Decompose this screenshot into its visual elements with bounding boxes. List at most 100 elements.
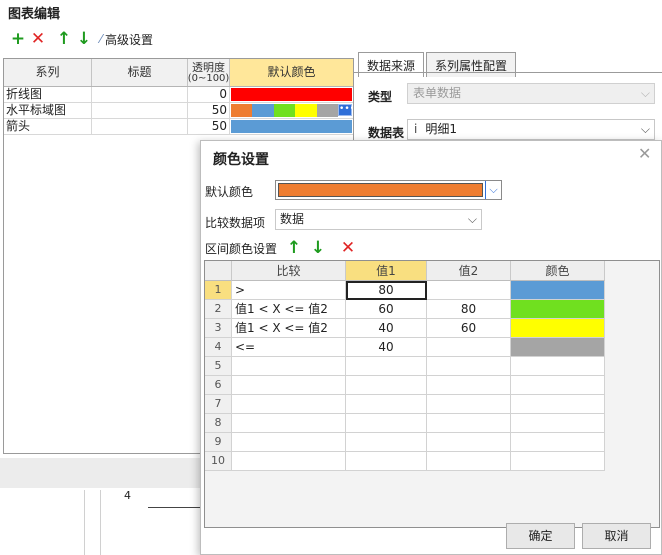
compare-cell[interactable]: 值1 < X <= 值2: [232, 300, 346, 319]
color-swatch: [511, 300, 604, 318]
value2-cell[interactable]: [427, 395, 511, 414]
value1-cell[interactable]: [346, 433, 427, 452]
value1-cell[interactable]: 60: [346, 300, 427, 319]
color-cell[interactable]: [511, 452, 605, 471]
table-row[interactable]: 折线图 0: [4, 87, 353, 103]
series-color-cell[interactable]: [230, 87, 353, 102]
series-color-cell[interactable]: •••: [230, 103, 353, 118]
chevron-down-icon: ⌵: [640, 122, 650, 136]
header-title: 标题: [92, 59, 188, 86]
table-row[interactable]: 3 值1 < X <= 值2 40 60: [205, 319, 659, 338]
compare-cell[interactable]: [232, 433, 346, 452]
tab-data-source[interactable]: 数据来源: [358, 52, 425, 77]
chevron-down-icon[interactable]: ⌵: [485, 181, 501, 199]
tab-divider: [354, 72, 662, 73]
color-cell[interactable]: [511, 319, 605, 338]
series-title[interactable]: [92, 119, 188, 134]
add-series-button[interactable]: +: [8, 29, 28, 49]
color-swatch: [511, 281, 604, 299]
value2-cell[interactable]: [427, 452, 511, 471]
compare-field-select[interactable]: 数据 ⌵: [275, 209, 482, 230]
ok-button[interactable]: 确定: [506, 523, 575, 549]
value1-cell[interactable]: [346, 357, 427, 376]
series-opacity[interactable]: 50: [188, 103, 230, 118]
color-cell[interactable]: [511, 433, 605, 452]
color-cell[interactable]: [511, 338, 605, 357]
value2-cell[interactable]: [427, 281, 511, 300]
value2-cell[interactable]: [427, 338, 511, 357]
tab-series-properties[interactable]: 系列属性配置: [426, 52, 517, 77]
table-row[interactable]: 7: [205, 395, 659, 414]
color-cell[interactable]: [511, 281, 605, 300]
value1-cell[interactable]: 40: [346, 319, 427, 338]
range-delete-button[interactable]: ✕: [337, 238, 359, 258]
delete-series-button[interactable]: ✕: [28, 29, 48, 49]
value2-cell[interactable]: [427, 414, 511, 433]
value1-cell[interactable]: [346, 452, 427, 471]
row-number: 5: [205, 357, 232, 376]
row-number: 9: [205, 433, 232, 452]
value2-cell[interactable]: 60: [427, 319, 511, 338]
value1-cell[interactable]: [346, 395, 427, 414]
compare-cell[interactable]: [232, 376, 346, 395]
table-row[interactable]: 6: [205, 376, 659, 395]
header-value2: 值2: [427, 261, 511, 281]
grid-body: 1 >80 2 值1 < X <= 值2 60 80 3 值1 < X <= 值2 40 60 4 <…: [205, 281, 659, 471]
table-row[interactable]: 箭头 50: [4, 119, 353, 135]
compare-cell[interactable]: >: [232, 281, 346, 300]
data-table-label: 数据表: [368, 126, 405, 140]
series-title[interactable]: [92, 103, 188, 118]
compare-cell[interactable]: [232, 452, 346, 471]
compare-cell[interactable]: [232, 414, 346, 433]
color-cell[interactable]: [511, 300, 605, 319]
compare-cell[interactable]: 值1 < X <= 值2: [232, 319, 346, 338]
table-row[interactable]: 1 >80: [205, 281, 659, 300]
move-down-button[interactable]: ↓: [74, 29, 94, 49]
table-row[interactable]: 8: [205, 414, 659, 433]
value1-cell[interactable]: 40: [346, 338, 427, 357]
series-opacity[interactable]: 50: [188, 119, 230, 134]
series-title[interactable]: [92, 87, 188, 102]
close-icon[interactable]: ✕: [638, 144, 651, 163]
color-cell[interactable]: [511, 414, 605, 433]
value2-cell[interactable]: [427, 357, 511, 376]
table-row[interactable]: 5: [205, 357, 659, 376]
value2-cell[interactable]: [427, 433, 511, 452]
color-swatch: [511, 338, 604, 356]
range-move-up-button[interactable]: ↑: [283, 238, 305, 258]
compare-cell[interactable]: [232, 395, 346, 414]
color-cell[interactable]: [511, 376, 605, 395]
value1-cell[interactable]: 80: [346, 281, 427, 300]
more-colors-button[interactable]: •••: [338, 104, 353, 116]
table-row[interactable]: 10: [205, 452, 659, 471]
move-up-button[interactable]: ↑: [54, 29, 74, 49]
data-table-select[interactable]: i 明细1 ⌵: [407, 119, 655, 140]
series-color-cell[interactable]: [230, 119, 353, 134]
advanced-settings-button[interactable]: ⁄ 高级设置: [100, 31, 153, 48]
color-settings-dialog: 颜色设置 ✕ 默认颜色 ⌵ 比较数据项 数据 ⌵ 区间颜色设置 ↑ ↓ ✕ 比较…: [200, 140, 662, 555]
color-cell[interactable]: [511, 395, 605, 414]
default-color-label: 默认颜色: [205, 185, 254, 199]
row-number: 6: [205, 376, 232, 395]
table-row[interactable]: 水平标域图 50 •••: [4, 103, 353, 119]
cancel-button[interactable]: 取消: [582, 523, 651, 549]
table-row[interactable]: 2 值1 < X <= 值2 60 80: [205, 300, 659, 319]
compare-cell[interactable]: [232, 357, 346, 376]
range-color-toolbar: 区间颜色设置 ↑ ↓ ✕: [205, 238, 359, 258]
color-swatch: [273, 104, 296, 117]
series-opacity[interactable]: 0: [188, 87, 230, 102]
row-number: 10: [205, 452, 232, 471]
value2-cell[interactable]: 80: [427, 300, 511, 319]
value2-cell[interactable]: [427, 376, 511, 395]
table-row[interactable]: 4 <= 40: [205, 338, 659, 357]
type-select[interactable]: 表单数据 ⌵: [407, 83, 655, 104]
series-name: 折线图: [4, 87, 92, 102]
compare-cell[interactable]: <=: [232, 338, 346, 357]
header-opacity: 透明度 (0~100): [188, 59, 230, 86]
value1-cell[interactable]: [346, 376, 427, 395]
color-cell[interactable]: [511, 357, 605, 376]
value1-cell[interactable]: [346, 414, 427, 433]
table-row[interactable]: 9: [205, 433, 659, 452]
default-color-picker[interactable]: ⌵: [275, 180, 502, 200]
range-move-down-button[interactable]: ↓: [307, 238, 329, 258]
